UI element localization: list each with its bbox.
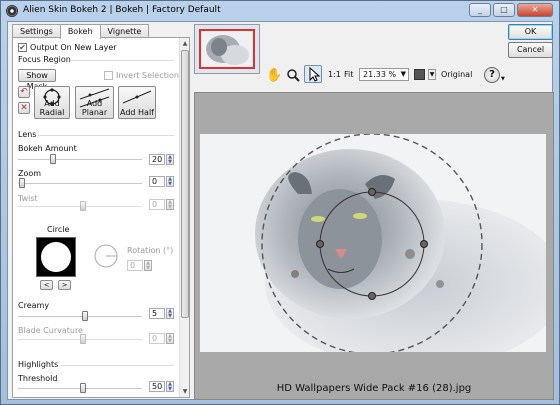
invert-selection-label: Invert Selection: [116, 71, 179, 80]
app-window: Alien Skin Bokeh 2 | Bokeh | Factory Def…: [0, 0, 560, 405]
zoom-level-select[interactable]: 21.33 % ▼: [359, 68, 409, 81]
tab-strip: Settings Bokeh Vignette: [12, 24, 150, 39]
background-color-swatch[interactable]: [414, 69, 425, 80]
highlights-heading: Highlights: [18, 360, 59, 369]
snow-leopard-photo: [200, 134, 546, 352]
blade-curvature-label: Blade Curvature: [18, 326, 83, 335]
tab-bokeh[interactable]: Bokeh: [59, 24, 101, 39]
window-title: Alien Skin Bokeh 2 | Bokeh | Factory Def…: [23, 5, 221, 15]
twist-spinner[interactable]: ▲ ▼: [166, 199, 174, 210]
creamy-field[interactable]: 5: [149, 308, 165, 319]
twist-field[interactable]: 0: [149, 199, 165, 210]
snow-leopard-thumbnail-image: [201, 31, 253, 67]
rotation-field[interactable]: 0: [127, 260, 143, 271]
scroll-down-icon[interactable]: ▼: [181, 387, 189, 396]
output-new-layer-label: Output On New Layer: [30, 43, 117, 52]
bokeh-amount-track[interactable]: [18, 159, 142, 161]
circle-label: Circle: [47, 225, 70, 234]
twist-label: Twist: [18, 194, 38, 203]
pointer-tool-button[interactable]: [304, 65, 322, 83]
half-line-icon: [122, 90, 152, 104]
bokeh-amount-slider[interactable]: [50, 154, 56, 164]
shape-prev-button[interactable]: <: [40, 280, 53, 290]
preview-image[interactable]: [200, 134, 546, 352]
output-new-layer-checkbox[interactable]: ✔: [18, 43, 27, 52]
rotation-label: Rotation (°): [127, 246, 174, 255]
ok-button[interactable]: OK: [508, 24, 553, 40]
add-planar-button[interactable]: Add Planar: [75, 86, 114, 119]
zoom-label: Zoom: [18, 169, 42, 178]
twist-slider[interactable]: [80, 201, 86, 211]
rotation-dial-icon[interactable]: [92, 242, 120, 270]
threshold-spinner[interactable]: ▲ ▼: [166, 381, 174, 392]
swatch-dropdown-icon[interactable]: ▼: [428, 69, 436, 80]
bokeh-amount-label: Bokeh Amount: [18, 144, 77, 153]
threshold-label: Threshold: [18, 374, 58, 383]
blade-curvature-field[interactable]: 0: [149, 333, 165, 344]
arrow-pointer-icon: [309, 66, 321, 82]
bokeh-amount-spinner[interactable]: ▲ ▼: [166, 154, 174, 165]
invert-selection-checkbox[interactable]: [104, 71, 113, 80]
title-bar: Alien Skin Bokeh 2 | Bokeh | Factory Def…: [1, 1, 559, 21]
preset-thumbnail-strip: [194, 24, 260, 74]
magnifier-icon[interactable]: [286, 68, 300, 82]
minimize-button[interactable]: _: [469, 3, 491, 17]
dialog-client: Settings Bokeh Vignette ✔ Output On New …: [7, 21, 554, 400]
creamy-track[interactable]: [18, 316, 142, 318]
zoom-field[interactable]: 0: [149, 176, 165, 187]
hand-icon[interactable]: ✋: [266, 68, 282, 83]
threshold-field[interactable]: 50: [149, 381, 165, 392]
rotation-spinner[interactable]: ▲ ▼: [144, 260, 152, 271]
tab-settings[interactable]: Settings: [12, 24, 61, 38]
cancel-button[interactable]: Cancel: [508, 42, 553, 58]
delete-icon[interactable]: ✕: [18, 102, 30, 114]
aperture-shape-preview[interactable]: [36, 237, 76, 277]
zoom-fit-button[interactable]: Fit: [344, 70, 353, 79]
add-half-label: Add Half: [120, 108, 154, 117]
help-icon[interactable]: ?: [484, 67, 500, 83]
creamy-slider[interactable]: [82, 311, 88, 321]
undo-icon[interactable]: ↶: [18, 86, 30, 98]
preset-thumbnail[interactable]: [199, 29, 255, 69]
add-half-button[interactable]: Add Half: [118, 86, 156, 119]
zoom-slider[interactable]: [19, 178, 25, 188]
add-planar-label: Add Planar: [81, 99, 108, 117]
lens-heading: Lens: [18, 130, 37, 139]
creamy-label: Creamy: [18, 301, 50, 310]
settings-panel: ✔ Output On New Layer Focus Region Show …: [12, 37, 190, 398]
bokeh-amount-field[interactable]: 20: [149, 154, 165, 165]
blade-curvature-spinner[interactable]: ▲ ▼: [166, 333, 174, 344]
add-radial-label: Add Radial: [39, 99, 65, 117]
preview-area[interactable]: HD Wallpapers Wide Pack #16 (28).jpg: [194, 92, 554, 400]
creamy-spinner[interactable]: ▲ ▼: [166, 308, 174, 319]
aperture-icon: [6, 5, 18, 17]
chevron-down-icon: ▼: [400, 70, 406, 78]
circle-shape-icon: [41, 242, 71, 272]
shape-next-button[interactable]: >: [58, 280, 71, 290]
zoom-track[interactable]: [18, 183, 142, 185]
zoom-spinner[interactable]: ▲ ▼: [166, 176, 174, 187]
help-dropdown-icon[interactable]: ▼: [501, 76, 505, 82]
close-button[interactable]: ✕: [517, 3, 553, 17]
show-mask-button[interactable]: Show Mask: [18, 69, 56, 91]
image-filename: HD Wallpapers Wide Pack #16 (28).jpg: [276, 383, 472, 394]
panel-scrollbar[interactable]: ▲ ▼: [179, 38, 189, 397]
blade-curvature-slider[interactable]: [80, 334, 86, 344]
scroll-up-icon[interactable]: ▲: [181, 39, 189, 48]
focus-region-heading: Focus Region: [18, 55, 71, 64]
scrollbar-thumb[interactable]: [181, 50, 189, 318]
maximize-button[interactable]: □: [493, 3, 515, 17]
zoom-one-to-one-button[interactable]: 1:1: [328, 70, 341, 79]
zoom-level-value: 21.33 %: [363, 70, 397, 79]
threshold-slider[interactable]: [80, 383, 86, 393]
add-radial-button[interactable]: Add Radial: [34, 86, 70, 119]
tab-vignette[interactable]: Vignette: [99, 24, 150, 38]
original-toggle[interactable]: Original: [441, 70, 472, 79]
